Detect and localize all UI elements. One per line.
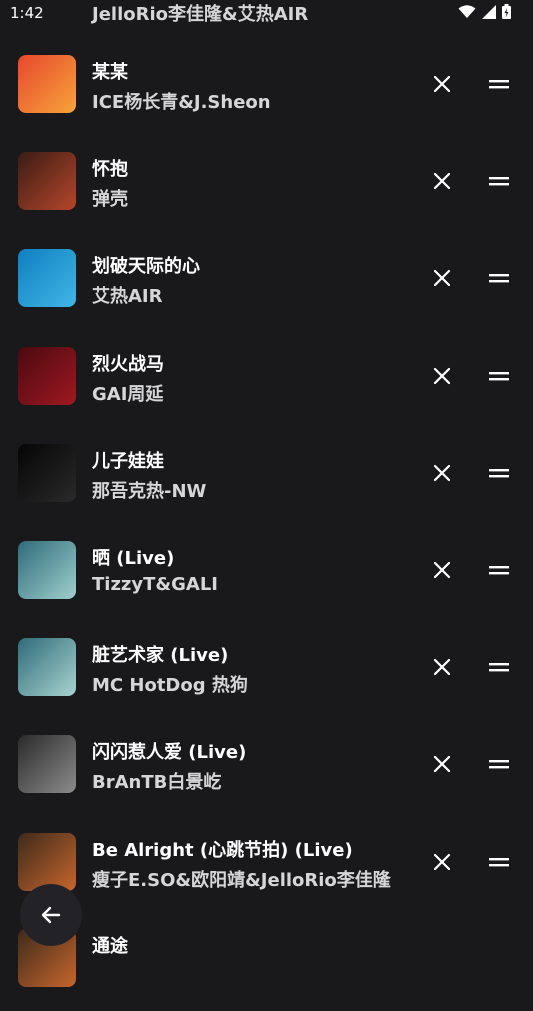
song-title: Be Alright (心跳节拍) (Live) <box>92 840 353 861</box>
song-row[interactable]: 划破天际的心 艾热AIR <box>0 230 533 327</box>
drag-handle[interactable] <box>481 844 517 880</box>
close-icon <box>433 367 451 385</box>
drag-handle-icon <box>489 80 509 89</box>
drag-handle[interactable] <box>481 649 517 685</box>
song-row[interactable]: 脏艺术家 (Live) MC HotDog 热狗 <box>0 619 533 716</box>
song-artist: ICE杨长青&J.Sheon <box>92 92 271 113</box>
drag-handle[interactable] <box>481 552 517 588</box>
battery-icon <box>502 4 511 19</box>
close-icon <box>433 75 451 93</box>
drag-handle-icon <box>489 760 509 769</box>
remove-song-button[interactable] <box>424 746 460 782</box>
remove-song-button[interactable] <box>424 163 460 199</box>
song-row[interactable]: 儿子娃娃 那吾克热-NW <box>0 425 533 522</box>
close-icon <box>433 755 451 773</box>
song-row[interactable]: Be Alright (心跳节拍) (Live) 瘦子E.SO&欧阳靖&Jell… <box>0 814 533 911</box>
back-button[interactable] <box>20 884 82 946</box>
drag-handle[interactable] <box>481 66 517 102</box>
album-thumbnail <box>18 541 76 599</box>
song-artist: 瘦子E.SO&欧阳靖&JelloRio李佳隆 <box>92 870 391 891</box>
song-artist: 弹壳 <box>92 189 128 210</box>
remove-song-button[interactable] <box>424 844 460 880</box>
drag-handle-icon <box>489 663 509 672</box>
album-thumbnail <box>18 833 76 891</box>
song-row[interactable]: 怀抱 弹壳 <box>0 133 533 230</box>
album-thumbnail <box>18 638 76 696</box>
status-bar: 1:42 <box>0 0 533 24</box>
album-thumbnail <box>18 249 76 307</box>
drag-handle-icon <box>489 372 509 381</box>
song-title: 某某 <box>92 62 128 83</box>
song-artist: GAI周延 <box>92 384 164 405</box>
remove-song-button[interactable] <box>424 552 460 588</box>
song-row-partial-bottom[interactable]: 通途 <box>0 914 533 1011</box>
song-title: 通途 <box>92 936 128 957</box>
status-icons <box>458 4 511 19</box>
song-row[interactable]: 烈火战马 GAI周延 <box>0 328 533 425</box>
song-row[interactable]: 晒 (Live) TizzyT&GALI <box>0 522 533 619</box>
status-time: 1:42 <box>10 4 44 22</box>
close-icon <box>433 269 451 287</box>
drag-handle-icon <box>489 469 509 478</box>
arrow-left-icon <box>41 906 61 924</box>
close-icon <box>433 853 451 871</box>
song-title: 脏艺术家 (Live) <box>92 645 229 666</box>
drag-handle-icon <box>489 566 509 575</box>
song-title: 怀抱 <box>92 159 128 180</box>
close-icon <box>433 464 451 482</box>
drag-handle-icon <box>489 274 509 283</box>
remove-song-button[interactable] <box>424 649 460 685</box>
close-icon <box>433 172 451 190</box>
song-artist: 艾热AIR <box>92 286 163 307</box>
song-row[interactable]: 闪闪惹人爱 (Live) BrAnTB白景屹 <box>0 716 533 813</box>
drag-handle[interactable] <box>481 746 517 782</box>
song-title: 划破天际的心 <box>92 256 200 277</box>
drag-handle-icon <box>489 858 509 867</box>
song-artist: MC HotDog 热狗 <box>92 675 248 696</box>
song-title: 儿子娃娃 <box>92 451 164 472</box>
song-title: 烈火战马 <box>92 354 164 375</box>
remove-song-button[interactable] <box>424 358 460 394</box>
remove-song-button[interactable] <box>424 66 460 102</box>
close-icon <box>433 561 451 579</box>
song-artist: TizzyT&GALI <box>92 574 218 595</box>
album-thumbnail <box>18 735 76 793</box>
song-title: 晒 (Live) <box>92 548 175 569</box>
wifi-icon <box>458 4 476 18</box>
drag-handle[interactable] <box>481 358 517 394</box>
album-thumbnail <box>18 347 76 405</box>
drag-handle[interactable] <box>481 163 517 199</box>
song-title: 闪闪惹人爱 (Live) <box>92 742 247 763</box>
song-row[interactable]: 某某 ICE杨长青&J.Sheon <box>0 36 533 133</box>
album-thumbnail <box>18 55 76 113</box>
song-artist: BrAnTB白景屹 <box>92 772 222 793</box>
song-artist: 那吾克热-NW <box>92 481 207 502</box>
album-thumbnail <box>18 152 76 210</box>
drag-handle[interactable] <box>481 260 517 296</box>
album-thumbnail <box>18 444 76 502</box>
close-icon <box>433 658 451 676</box>
remove-song-button[interactable] <box>424 455 460 491</box>
signal-icon <box>482 4 496 19</box>
remove-song-button[interactable] <box>424 260 460 296</box>
drag-handle[interactable] <box>481 455 517 491</box>
drag-handle-icon <box>489 177 509 186</box>
